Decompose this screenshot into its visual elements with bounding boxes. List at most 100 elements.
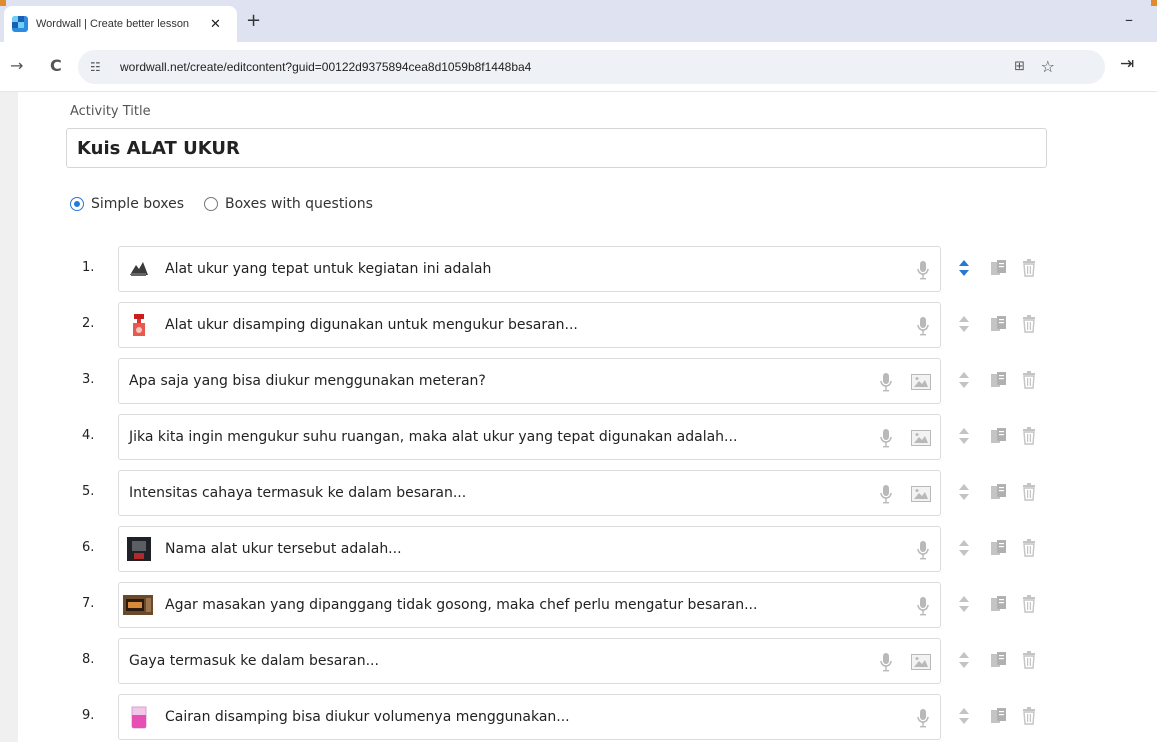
duplicate-icon[interactable] (990, 651, 1008, 673)
item-text-box[interactable]: Apa saja yang bisa diukur menggunakan me… (118, 358, 941, 404)
item-text-box[interactable]: Alat ukur disamping digunakan untuk meng… (118, 302, 941, 348)
item-number: 5. (82, 484, 95, 499)
item-text[interactable]: Alat ukur yang tepat untuk kegiatan ini … (165, 261, 491, 277)
microphone-icon[interactable] (916, 540, 930, 560)
delete-icon[interactable] (1022, 651, 1036, 673)
delete-icon[interactable] (1022, 595, 1036, 617)
item-text-box[interactable]: Cairan disamping bisa diukur volumenya m… (118, 694, 941, 740)
delete-icon[interactable] (1022, 371, 1036, 393)
tab-close-icon[interactable]: ✕ (210, 17, 221, 32)
microphone-icon[interactable] (916, 596, 930, 616)
list-item: 7. Agar masakan yang dipanggang tidak gos… (0, 581, 1157, 629)
list-item: 4. Jika kita ingin mengukur suhu ruangan,… (0, 413, 1157, 461)
duplicate-icon[interactable] (990, 483, 1008, 505)
delete-icon[interactable] (1022, 259, 1036, 281)
reorder-icon[interactable] (958, 707, 970, 729)
red-bottle-photo-thumbnail[interactable] (127, 313, 151, 337)
activity-title-input[interactable]: Kuis ALAT UKUR (66, 128, 1047, 168)
wordwall-favicon-icon (12, 16, 28, 32)
microphone-icon[interactable] (916, 260, 930, 280)
item-number: 1. (82, 260, 95, 275)
option-boxes-with-questions[interactable]: Boxes with questions (204, 196, 373, 212)
delete-icon[interactable] (1022, 483, 1036, 505)
duplicate-icon[interactable] (990, 707, 1008, 729)
box-type-options: Simple boxes Boxes with questions (70, 196, 393, 212)
reorder-icon[interactable] (958, 315, 970, 337)
duplicate-icon[interactable] (990, 539, 1008, 561)
item-text[interactable]: Alat ukur disamping digunakan untuk meng… (165, 317, 578, 333)
list-item: 5. Intensitas cahaya termasuk ke dalam be… (0, 469, 1157, 517)
browser-toolbar: → C ☷ wordwall.net/create/editcontent?gu… (0, 42, 1157, 92)
microphone-icon[interactable] (879, 652, 893, 672)
microphone-icon[interactable] (916, 708, 930, 728)
item-text-box[interactable]: Nama alat ukur tersebut adalah... (118, 526, 941, 572)
beaker-photo-thumbnail[interactable] (127, 705, 151, 729)
item-text-box[interactable]: Alat ukur yang tepat untuk kegiatan ini … (118, 246, 941, 292)
reorder-icon[interactable] (958, 371, 970, 393)
browser-tab[interactable]: Wordwall | Create better lesson ✕ (4, 6, 237, 42)
add-image-icon[interactable] (911, 654, 931, 670)
item-text-box[interactable]: Gaya termasuk ke dalam besaran... (118, 638, 941, 684)
radio-unselected-icon[interactable] (204, 197, 219, 211)
item-number: 2. (82, 316, 95, 331)
list-item: 3. Apa saja yang bisa diukur menggunakan … (0, 357, 1157, 405)
duplicate-icon[interactable] (990, 595, 1008, 617)
item-text[interactable]: Gaya termasuk ke dalam besaran... (129, 653, 379, 669)
duplicate-icon[interactable] (990, 427, 1008, 449)
reorder-icon[interactable] (958, 595, 970, 617)
delete-icon[interactable] (1022, 707, 1036, 729)
reorder-icon[interactable] (958, 539, 970, 561)
duplicate-icon[interactable] (990, 259, 1008, 281)
bookmark-star-icon[interactable]: ☆ (1041, 57, 1055, 76)
reorder-icon[interactable] (958, 427, 970, 449)
microphone-icon[interactable] (916, 316, 930, 336)
add-image-icon[interactable] (911, 486, 931, 502)
list-item: 1. Alat ukur yang tepat untuk kegiatan in… (0, 245, 1157, 293)
oven-photo-thumbnail[interactable] (123, 595, 153, 615)
item-number: 3. (82, 372, 95, 387)
item-text[interactable]: Jika kita ingin mengukur suhu ruangan, m… (129, 429, 737, 445)
corner-marker (0, 0, 6, 6)
back-button[interactable]: → (10, 56, 23, 75)
site-settings-icon[interactable]: ☷ (90, 60, 110, 74)
reorder-icon[interactable] (958, 651, 970, 673)
editor-page: Activity Title Kuis ALAT UKUR Simple box… (0, 92, 1157, 742)
extensions-icon[interactable]: ⇥ (1120, 54, 1134, 74)
delete-icon[interactable] (1022, 427, 1036, 449)
device-photo-thumbnail[interactable] (127, 537, 151, 561)
item-text-box[interactable]: Intensitas cahaya termasuk ke dalam besa… (118, 470, 941, 516)
add-image-icon[interactable] (911, 374, 931, 390)
browser-tab-strip: Wordwall | Create better lesson ✕ + – (0, 0, 1157, 42)
new-tab-button[interactable]: + (246, 10, 261, 31)
item-text[interactable]: Cairan disamping bisa diukur volumenya m… (165, 709, 570, 725)
reorder-icon[interactable] (958, 483, 970, 505)
minimize-button[interactable]: – (1125, 10, 1133, 29)
microphone-icon[interactable] (879, 484, 893, 504)
address-bar[interactable]: ☷ wordwall.net/create/editcontent?guid=0… (78, 50, 1105, 84)
duplicate-icon[interactable] (990, 371, 1008, 393)
radio-selected-icon[interactable] (70, 197, 84, 211)
item-text-box[interactable]: Jika kita ingin mengukur suhu ruangan, m… (118, 414, 941, 460)
list-item: 6. Nama alat ukur tersebut adalah... (0, 525, 1157, 573)
item-number: 8. (82, 652, 95, 667)
reorder-icon[interactable] (958, 259, 970, 281)
url-text[interactable]: wordwall.net/create/editcontent?guid=001… (120, 60, 531, 74)
option-simple-boxes[interactable]: Simple boxes (70, 196, 184, 212)
reload-button[interactable]: C (50, 56, 62, 75)
item-text[interactable]: Intensitas cahaya termasuk ke dalam besa… (129, 485, 466, 501)
item-text[interactable]: Agar masakan yang dipanggang tidak goson… (165, 597, 757, 613)
duplicate-icon[interactable] (990, 315, 1008, 337)
delete-icon[interactable] (1022, 539, 1036, 561)
microphone-icon[interactable] (879, 372, 893, 392)
microphone-icon[interactable] (879, 428, 893, 448)
activity-title-label: Activity Title (70, 104, 151, 119)
add-image-icon[interactable] (911, 430, 931, 446)
tools-photo-thumbnail[interactable] (127, 257, 151, 281)
item-text[interactable]: Apa saja yang bisa diukur menggunakan me… (129, 373, 486, 389)
translate-icon[interactable]: ⊞ (1014, 59, 1025, 74)
delete-icon[interactable] (1022, 315, 1036, 337)
item-text[interactable]: Nama alat ukur tersebut adalah... (165, 541, 402, 557)
list-item: 8. Gaya termasuk ke dalam besaran... (0, 637, 1157, 685)
item-number: 4. (82, 428, 95, 443)
item-text-box[interactable]: Agar masakan yang dipanggang tidak goson… (118, 582, 941, 628)
